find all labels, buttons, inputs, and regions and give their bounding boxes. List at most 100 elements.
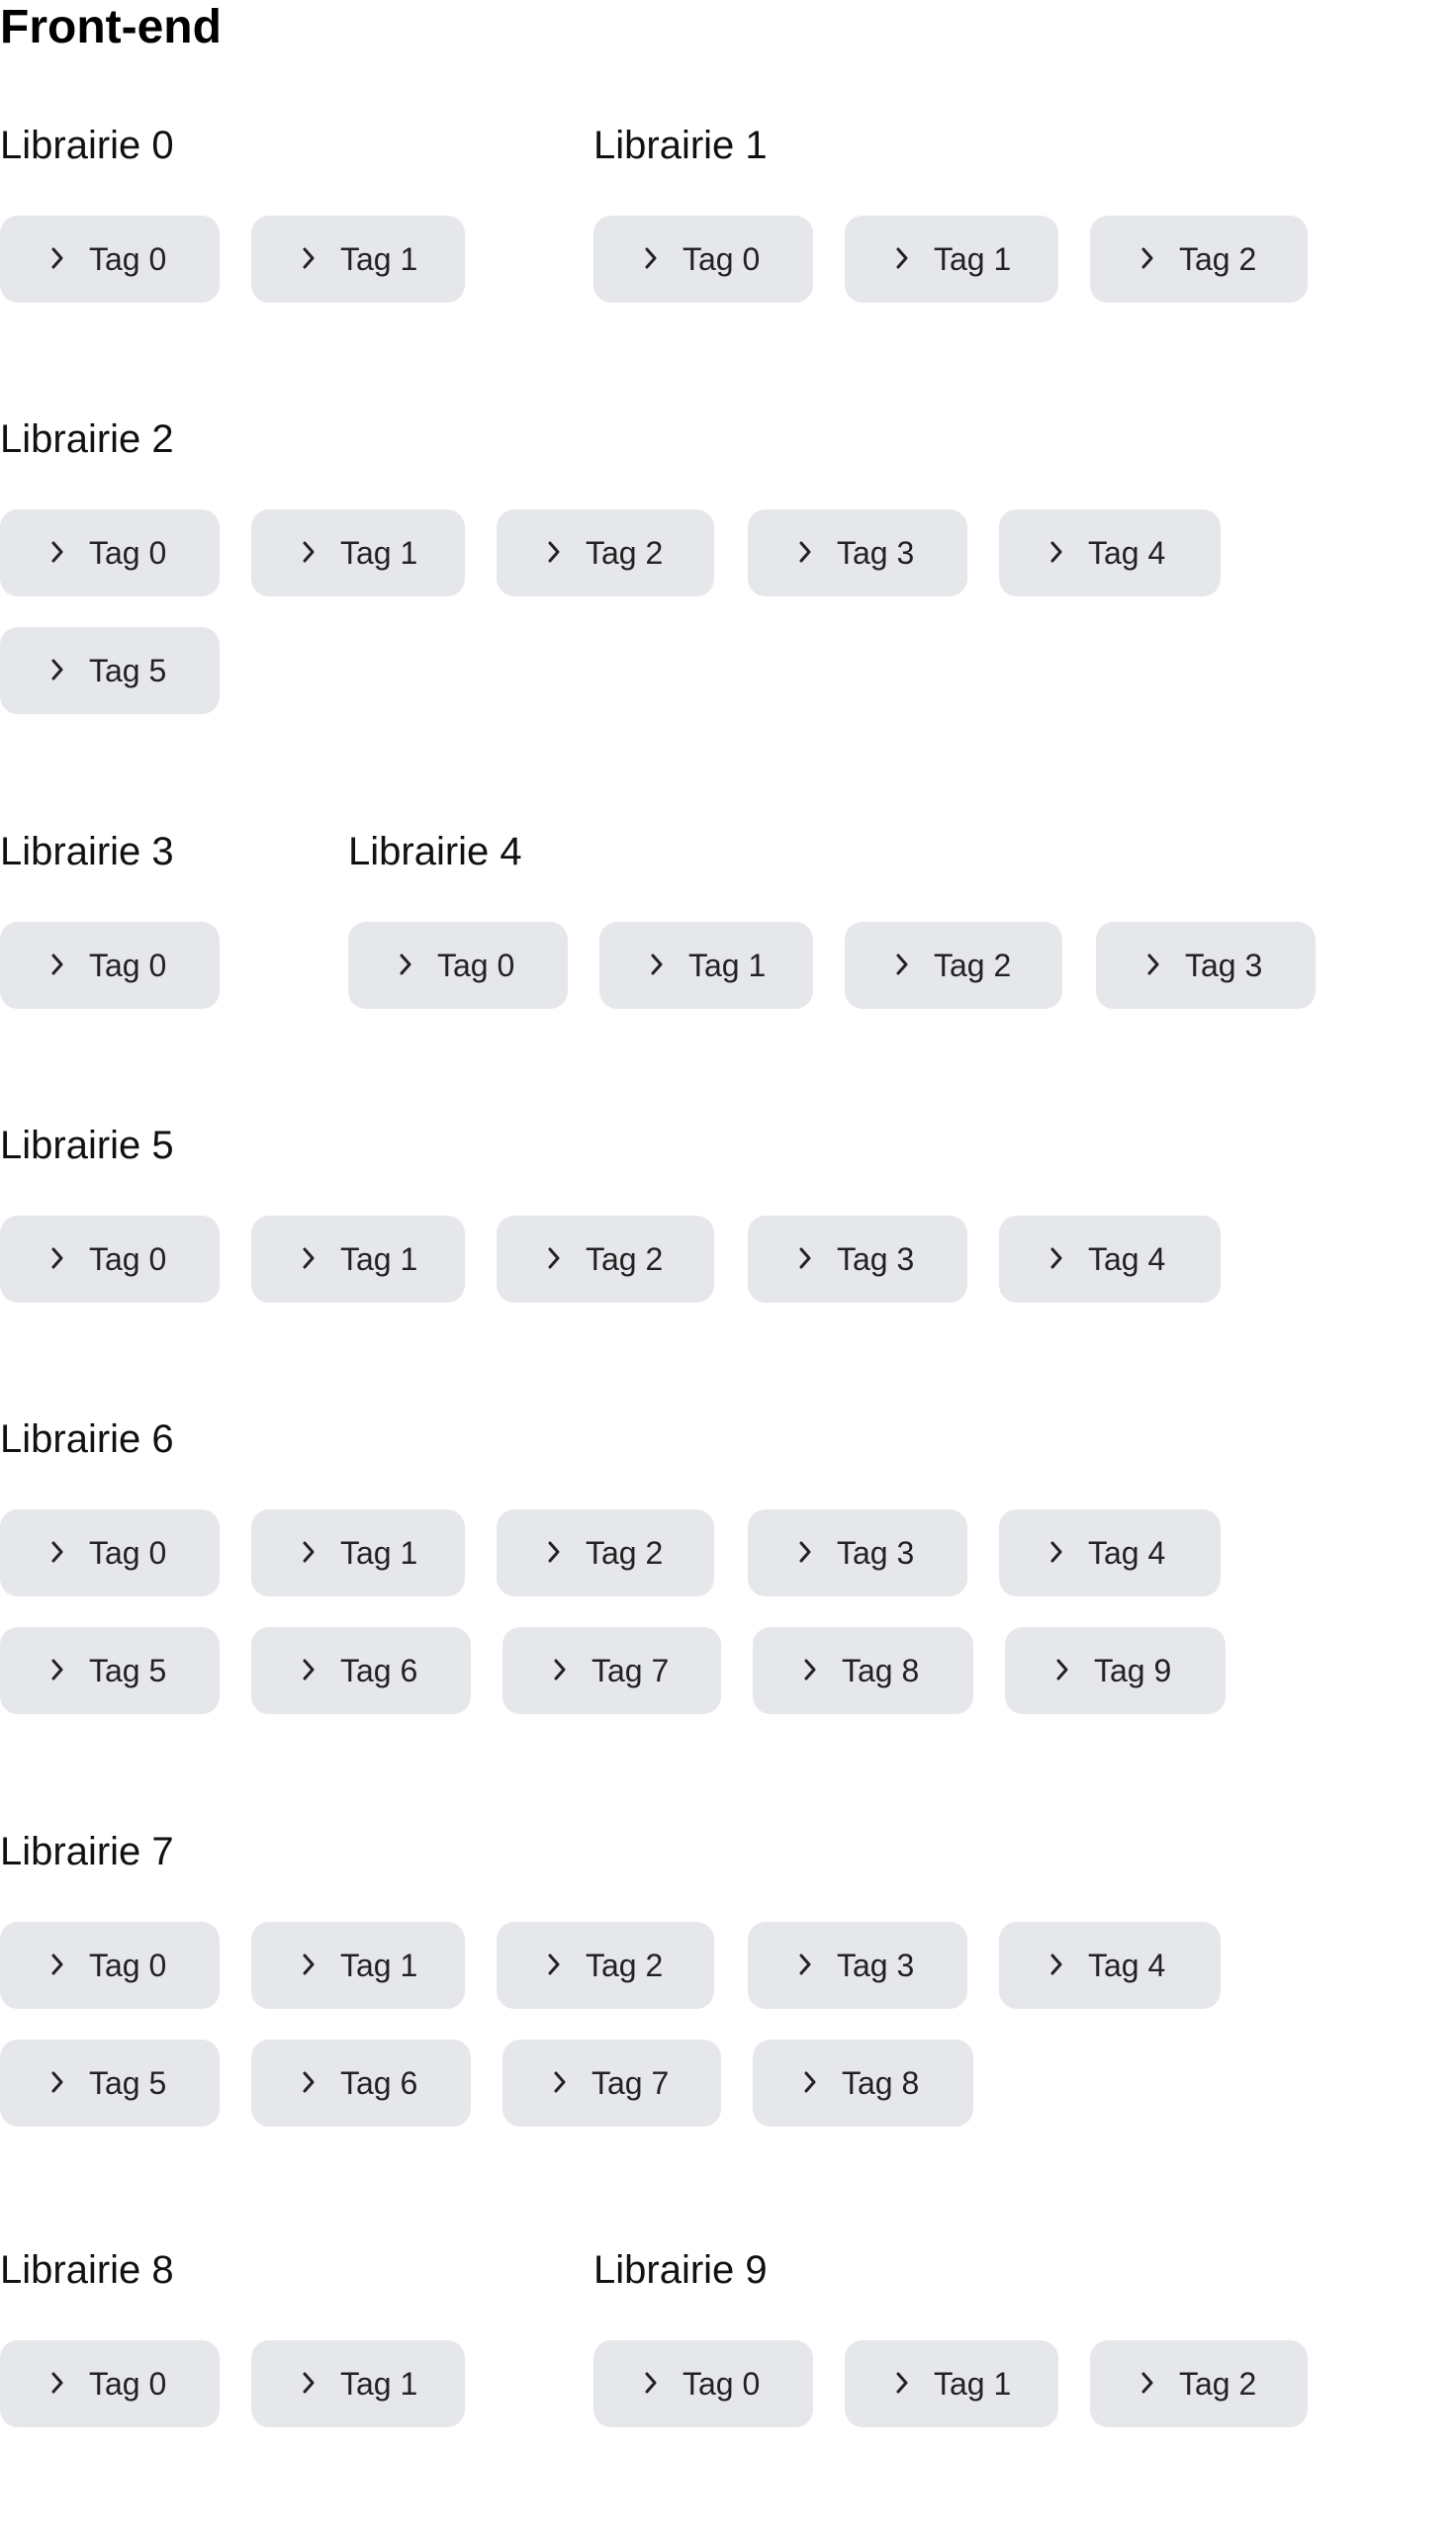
library-title: Librairie 8 xyxy=(0,2248,174,2292)
tag-button[interactable]: Tag 0 xyxy=(0,922,220,1009)
tag-button[interactable]: Tag 0 xyxy=(0,509,220,596)
tag-button[interactable]: Tag 4 xyxy=(999,1509,1221,1596)
chevron-right-icon xyxy=(1050,1246,1062,1270)
chevron-right-icon xyxy=(1050,1540,1062,1564)
tag-button[interactable]: Tag 3 xyxy=(1096,922,1316,1009)
tag-button[interactable]: Tag 0 xyxy=(0,1509,220,1596)
library-1: Librairie 1 Tag 0 Tag 1 Tag 2 xyxy=(593,117,1308,420)
tag-label: Tag 7 xyxy=(592,2065,670,2101)
tag-button[interactable]: Tag 5 xyxy=(0,1627,220,1714)
tag-label: Tag 0 xyxy=(89,241,167,277)
chevron-right-icon xyxy=(1050,1953,1062,1976)
tag-button[interactable]: Tag 0 xyxy=(348,922,568,1009)
tag-button[interactable]: Tag 5 xyxy=(0,627,220,714)
tag-button[interactable]: Tag 7 xyxy=(502,2040,721,2127)
tag-label: Tag 2 xyxy=(586,1948,664,1983)
tag-button[interactable]: Tag 0 xyxy=(0,216,220,303)
tag-label: Tag 8 xyxy=(842,1653,920,1688)
tag-button[interactable]: Tag 3 xyxy=(748,1216,967,1303)
tag-button[interactable]: Tag 4 xyxy=(999,1216,1221,1303)
tag-label: Tag 3 xyxy=(837,535,915,571)
tag-button[interactable]: Tag 7 xyxy=(502,1627,721,1714)
chevron-right-icon xyxy=(896,246,908,270)
tag-button[interactable]: Tag 0 xyxy=(0,2340,220,2427)
tag-label: Tag 1 xyxy=(340,2366,418,2402)
tag-button[interactable]: Tag 6 xyxy=(251,1627,471,1714)
tag-list: Tag 0 Tag 1 Tag 2 Tag 3 xyxy=(348,922,1316,1127)
chevron-right-icon xyxy=(303,2371,315,2395)
tag-list: Tag 0 Tag 1 Tag 2 xyxy=(593,2340,1308,2545)
tag-list: Tag 0 xyxy=(0,922,220,1127)
tag-button[interactable]: Tag 1 xyxy=(845,2340,1058,2427)
chevron-right-icon xyxy=(400,953,411,976)
tag-label: Tag 2 xyxy=(1179,241,1257,277)
tag-button[interactable]: Tag 1 xyxy=(251,216,465,303)
chevron-right-icon xyxy=(1056,1658,1068,1682)
library-title: Librairie 9 xyxy=(593,2248,768,2292)
chevron-right-icon xyxy=(645,2371,657,2395)
library-4: Librairie 4 Tag 0 Tag 1 Tag 2 Tag 3 xyxy=(348,823,1316,1127)
tag-label: Tag 1 xyxy=(340,1535,418,1571)
tag-label: Tag 4 xyxy=(1088,1535,1166,1571)
tag-label: Tag 4 xyxy=(1088,1948,1166,1983)
chevron-right-icon xyxy=(799,540,811,564)
tag-button[interactable]: Tag 1 xyxy=(845,216,1058,303)
tag-button[interactable]: Tag 1 xyxy=(251,1216,465,1303)
tag-button[interactable]: Tag 1 xyxy=(599,922,813,1009)
tag-button[interactable]: Tag 2 xyxy=(845,922,1062,1009)
chevron-right-icon xyxy=(51,1953,63,1976)
tag-label: Tag 9 xyxy=(1094,1653,1172,1688)
chevron-right-icon xyxy=(303,246,315,270)
chevron-right-icon xyxy=(303,1540,315,1564)
tag-label: Tag 0 xyxy=(89,535,167,571)
tag-label: Tag 5 xyxy=(89,2065,167,2101)
tag-button[interactable]: Tag 9 xyxy=(1005,1627,1226,1714)
tag-button[interactable]: Tag 4 xyxy=(999,1922,1221,2009)
chevron-right-icon xyxy=(799,1246,811,1270)
tag-button[interactable]: Tag 2 xyxy=(1090,2340,1308,2427)
tag-label: Tag 1 xyxy=(688,948,767,983)
tag-button[interactable]: Tag 8 xyxy=(753,1627,973,1714)
chevron-right-icon xyxy=(303,1246,315,1270)
tag-button[interactable]: Tag 1 xyxy=(251,2340,465,2427)
tag-button[interactable]: Tag 0 xyxy=(0,1922,220,2009)
tag-button[interactable]: Tag 1 xyxy=(251,509,465,596)
tag-button[interactable]: Tag 2 xyxy=(497,509,714,596)
tag-button[interactable]: Tag 5 xyxy=(0,2040,220,2127)
tag-button[interactable]: Tag 3 xyxy=(748,1509,967,1596)
tag-button[interactable]: Tag 0 xyxy=(593,2340,813,2427)
chevron-right-icon xyxy=(303,2070,315,2094)
tag-button[interactable]: Tag 4 xyxy=(999,509,1221,596)
tag-label: Tag 5 xyxy=(89,1653,167,1688)
library-title: Librairie 6 xyxy=(0,1417,174,1461)
chevron-right-icon xyxy=(1141,246,1153,270)
library-title: Librairie 7 xyxy=(0,1830,174,1873)
tag-label: Tag 3 xyxy=(837,1241,915,1277)
tag-list: Tag 0 Tag 1 xyxy=(0,2340,465,2545)
chevron-right-icon xyxy=(548,1246,560,1270)
tag-label: Tag 0 xyxy=(437,948,515,983)
tag-button[interactable]: Tag 2 xyxy=(497,1509,714,1596)
chevron-right-icon xyxy=(51,658,63,682)
tag-button[interactable]: Tag 8 xyxy=(753,2040,973,2127)
tag-button[interactable]: Tag 3 xyxy=(748,1922,967,2009)
chevron-right-icon xyxy=(51,2371,63,2395)
tag-label: Tag 0 xyxy=(89,1948,167,1983)
tag-label: Tag 6 xyxy=(340,2065,418,2101)
tag-label: Tag 0 xyxy=(89,1535,167,1571)
tag-label: Tag 5 xyxy=(89,653,167,688)
tag-button[interactable]: Tag 6 xyxy=(251,2040,471,2127)
tag-button[interactable]: Tag 2 xyxy=(497,1216,714,1303)
tag-button[interactable]: Tag 1 xyxy=(251,1509,465,1596)
library-title: Librairie 3 xyxy=(0,830,174,873)
tag-button[interactable]: Tag 1 xyxy=(251,1922,465,2009)
tag-button[interactable]: Tag 2 xyxy=(497,1922,714,2009)
tag-button[interactable]: Tag 0 xyxy=(0,1216,220,1303)
library-title: Librairie 5 xyxy=(0,1124,174,1167)
tag-button[interactable]: Tag 2 xyxy=(1090,216,1308,303)
tag-list: Tag 0 Tag 1 Tag 2 Tag 3 Tag 4 Tag 5 Tag 6 Tag 7… xyxy=(0,1509,1226,1714)
tag-label: Tag 1 xyxy=(340,535,418,571)
tag-button[interactable]: Tag 0 xyxy=(593,216,813,303)
tag-label: Tag 3 xyxy=(1185,948,1263,983)
tag-button[interactable]: Tag 3 xyxy=(748,509,967,596)
